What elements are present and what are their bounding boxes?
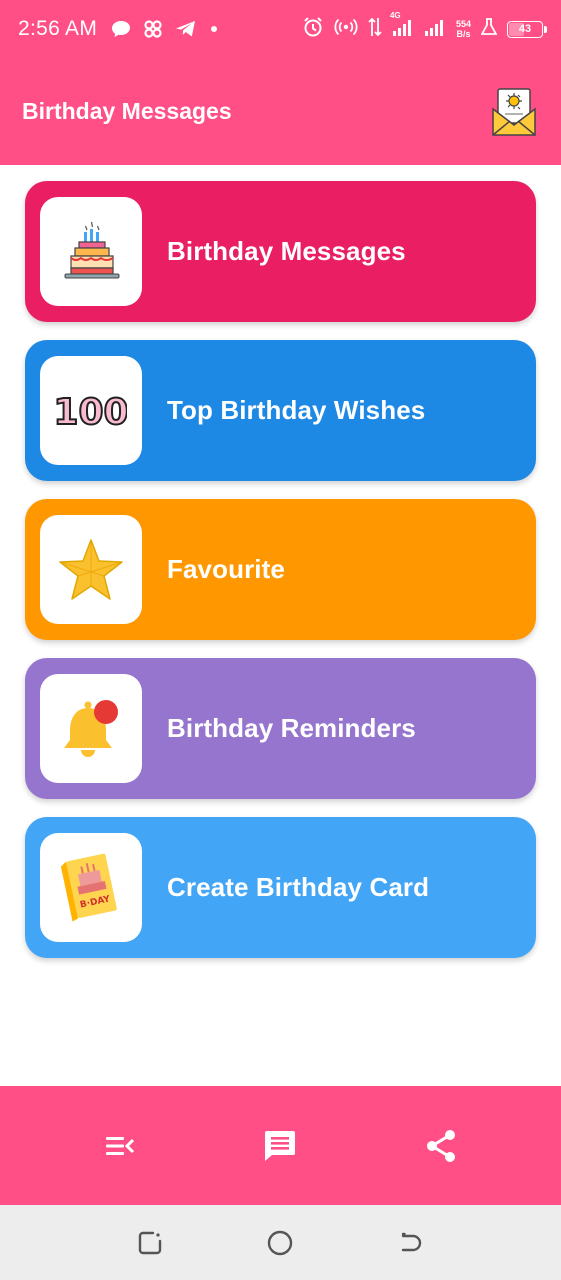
- menu-icon-box: [40, 674, 142, 783]
- hotspot-icon: [334, 17, 358, 42]
- menu-item-label: Birthday Messages: [167, 236, 406, 266]
- recents-button[interactable]: [125, 1218, 175, 1268]
- hundred-text: 100: [55, 392, 127, 433]
- bottom-nav-bar: [0, 1086, 561, 1205]
- menu-item-birthday-reminders[interactable]: Birthday Reminders: [25, 658, 536, 799]
- status-bar: 2:56 AM 4G 554 B/s 43: [0, 0, 561, 58]
- alarm-icon: [302, 16, 324, 43]
- share-icon: [426, 1129, 455, 1162]
- main-menu: Birthday Messages 100 Top Birthday Wishe…: [25, 181, 536, 976]
- menu-icon: [106, 1136, 135, 1155]
- app-bar: Birthday Messages: [0, 58, 561, 165]
- net-speed-value: 554: [455, 19, 471, 29]
- menu-item-label: Birthday Reminders: [167, 713, 416, 743]
- message-button[interactable]: [250, 1116, 310, 1176]
- page-title: Birthday Messages: [22, 98, 232, 124]
- status-notification-icons: [111, 19, 219, 39]
- status-time: 2:56 AM: [18, 17, 98, 40]
- network-type-label: 4G: [389, 10, 401, 20]
- menu-item-create-birthday-card[interactable]: B·DAY Create Birthday Card: [25, 817, 536, 958]
- back-icon: [401, 1232, 421, 1251]
- envelope-card-icon: [492, 87, 536, 136]
- signal-icon: [424, 17, 446, 42]
- menu-icon-box: [40, 515, 142, 624]
- battery-level: 43: [518, 23, 532, 35]
- menu-icon-box: [40, 197, 142, 306]
- message-icon: [265, 1130, 296, 1161]
- menu-icon-box: B·DAY: [40, 833, 142, 942]
- menu-icon-box: 100: [40, 356, 142, 465]
- menu-item-label: Favourite: [167, 554, 285, 584]
- battery-icon: 43: [507, 20, 547, 38]
- telegram-icon: [175, 20, 197, 38]
- dot-icon: [209, 24, 219, 34]
- chat-bubble-icon: [111, 20, 131, 38]
- birthday-cake-icon: [64, 221, 120, 278]
- recents-icon: [138, 1231, 162, 1254]
- status-system-icons: 4G 554 B/s 43: [302, 11, 547, 43]
- lab-flask-icon: [480, 17, 498, 41]
- signal-icon: 4G: [390, 11, 414, 42]
- hundred-icon: 100: [55, 391, 127, 434]
- home-button[interactable]: [255, 1218, 305, 1268]
- net-speed: 554 B/s: [456, 19, 471, 39]
- menu-item-favourite[interactable]: Favourite: [25, 499, 536, 640]
- pinwheel-icon: [143, 19, 163, 39]
- net-speed-unit: B/s: [456, 29, 471, 39]
- share-button[interactable]: [411, 1116, 471, 1176]
- menu-button[interactable]: [90, 1116, 150, 1176]
- menu-item-label: Create Birthday Card: [167, 872, 430, 902]
- menu-item-top-birthday-wishes[interactable]: 100 Top Birthday Wishes: [25, 340, 536, 481]
- back-button[interactable]: [386, 1218, 436, 1268]
- home-icon: [268, 1230, 293, 1255]
- bday-card-icon: B·DAY: [60, 853, 117, 922]
- envelope-card-button[interactable]: [489, 87, 539, 137]
- data-arrows-icon: [368, 16, 382, 43]
- menu-item-birthday-messages[interactable]: Birthday Messages: [25, 181, 536, 322]
- menu-item-label: Top Birthday Wishes: [167, 395, 426, 425]
- system-nav-bar: [0, 1205, 561, 1280]
- star-icon: [59, 538, 123, 600]
- bell-notification-icon: [64, 699, 118, 757]
